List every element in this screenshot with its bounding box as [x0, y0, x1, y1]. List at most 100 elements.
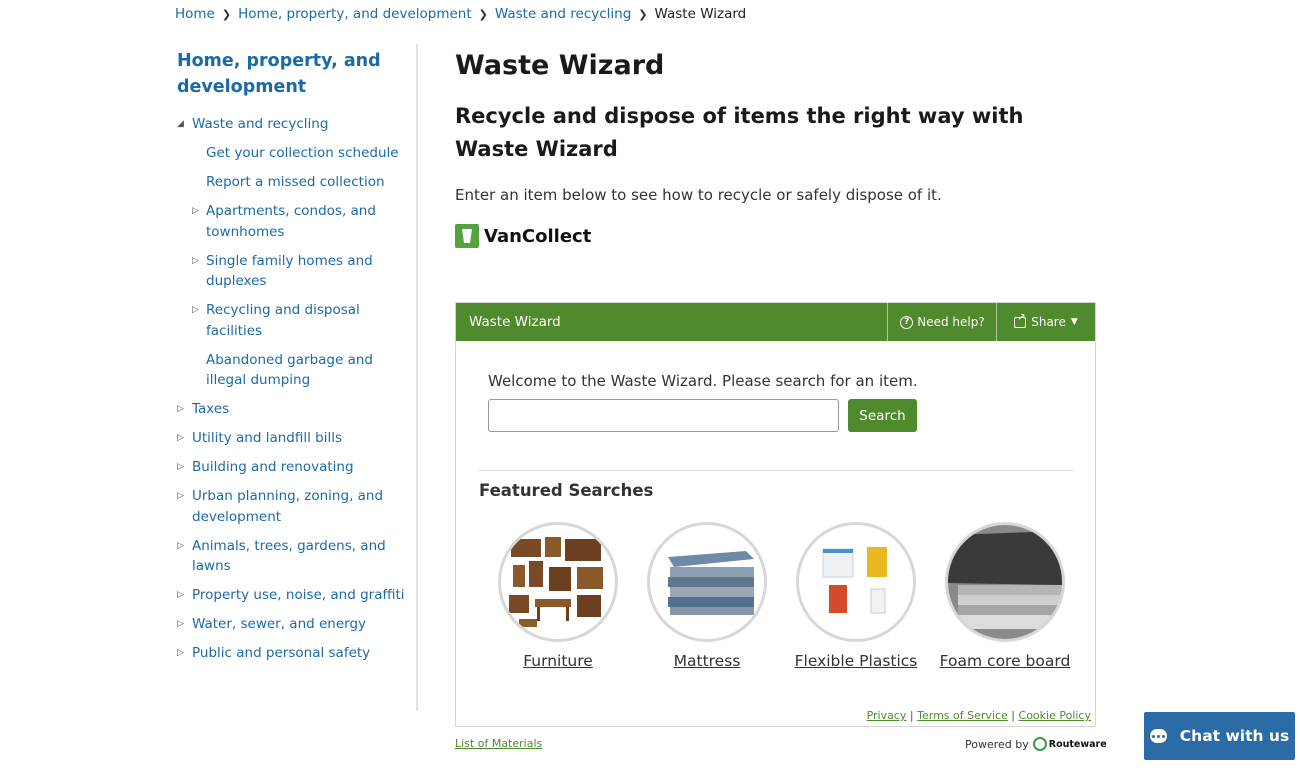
sidebar-item-label: Water, sewer, and energy — [192, 616, 367, 632]
triangle-right-icon: ▷ — [177, 540, 184, 551]
triangle-right-icon: ▷ — [177, 491, 184, 501]
chevron-down-icon: ▼ — [1070, 317, 1078, 327]
plastics-illustration — [822, 547, 887, 614]
widget-header: Waste Wizard ? Need help? Share ▼ — [456, 303, 1095, 341]
flexible-plastics-image[interactable] — [796, 522, 916, 642]
featured-label[interactable]: Furniture — [483, 652, 633, 670]
list-of-materials-link[interactable]: List of Materials — [455, 737, 542, 750]
search-input[interactable] — [488, 399, 839, 432]
sidebar-divider — [416, 44, 418, 711]
chat-with-us-button[interactable]: Chat with us — [1144, 712, 1295, 760]
sidebar-item-label: Taxes — [192, 401, 230, 417]
sidebar-item-label: Report a missed collection — [206, 174, 385, 190]
triangle-down-icon: ◢ — [177, 119, 184, 129]
search-button[interactable]: Search — [848, 399, 917, 432]
featured-item-furniture[interactable]: Furniture — [483, 522, 633, 670]
sidebar-item-label: Single family homes and duplexes — [206, 252, 373, 290]
sidebar-item-label: Get your collection schedule — [206, 145, 399, 161]
triangle-right-icon: ▷ — [177, 433, 184, 443]
sidebar-item-label: Animals, trees, gardens, and lawns — [192, 537, 386, 575]
breadcrumb-home[interactable]: Home — [175, 6, 215, 22]
widget-title: Waste Wizard — [469, 314, 561, 330]
need-help-button[interactable]: ? Need help? — [887, 303, 997, 341]
vancollect-brand: VanCollect — [455, 224, 1095, 248]
intro-text: Enter an item below to see how to recycl… — [455, 186, 942, 204]
sidebar-title[interactable]: Home, property, and development — [177, 48, 407, 100]
sidebar-item-waste-recycling[interactable]: ◢ Waste and recycling — [177, 114, 407, 135]
featured-label[interactable]: Foam core board — [930, 652, 1080, 670]
chat-label: Chat with us — [1179, 727, 1290, 745]
cookie-policy-link[interactable]: Cookie Policy — [1019, 709, 1091, 722]
breadcrumb-home-property[interactable]: Home, property, and development — [238, 6, 472, 22]
sidebar-item-label: Urban planning, zoning, and development — [192, 488, 384, 525]
breadcrumb-current: Waste Wizard — [654, 6, 747, 22]
sidebar-nav: Home, property, and development ◢ Waste … — [177, 48, 407, 672]
sidebar-item-label: Property use, noise, and graffiti — [192, 587, 405, 603]
footer-separator: | — [1011, 709, 1016, 722]
triangle-right-icon: ▷ — [177, 462, 184, 472]
featured-item-mattress[interactable]: Mattress — [632, 522, 782, 670]
vancollect-logo-icon — [455, 224, 479, 248]
triangle-right-icon: ▷ — [177, 590, 184, 600]
featured-item-foam-core-board[interactable]: Foam core board — [930, 522, 1080, 670]
sidebar-item-label: Public and personal safety — [192, 645, 371, 661]
sidebar-item-label: Waste and recycling — [192, 116, 329, 132]
page-title: Waste Wizard — [455, 50, 665, 81]
sidebar-item-single-family[interactable]: ▷ Single family homes and duplexes — [177, 251, 407, 292]
triangle-right-icon: ▷ — [177, 619, 184, 629]
sidebar-item-urban-planning[interactable]: ▷ Urban planning, zoning, and developmen… — [177, 486, 407, 527]
breadcrumb-waste-recycling[interactable]: Waste and recycling — [495, 6, 631, 22]
sidebar-item-building[interactable]: ▷ Building and renovating — [177, 457, 407, 478]
triangle-right-icon: ▷ — [177, 404, 184, 414]
sidebar-item-abandoned-garbage[interactable]: Abandoned garbage and illegal dumping — [177, 350, 407, 391]
widget-footer: Privacy | Terms of Service | Cookie Poli… — [867, 709, 1091, 722]
question-circle-icon: ? — [900, 315, 914, 329]
page-subtitle: Recycle and dispose of items the right w… — [455, 104, 1024, 161]
share-label: Share — [1031, 315, 1066, 329]
sidebar-item-label: Recycling and disposal facilities — [206, 302, 360, 339]
sidebar-item-recycling-facilities[interactable]: ▷ Recycling and disposal facilities — [177, 300, 407, 341]
mattress-image[interactable] — [647, 522, 767, 642]
sidebar-item-label: Apartments, condos, and townhomes — [206, 203, 376, 240]
sidebar-item-animals-trees[interactable]: ▷ Animals, trees, gardens, and lawns — [177, 536, 407, 577]
sidebar-item-utility-bills[interactable]: ▷ Utility and landfill bills — [177, 428, 407, 449]
sidebar-item-water-sewer[interactable]: ▷ Water, sewer, and energy — [177, 614, 407, 635]
widget-welcome: Welcome to the Waste Wizard. Please sear… — [488, 372, 918, 390]
sidebar-item-missed-collection[interactable]: Report a missed collection — [177, 172, 407, 193]
sidebar-item-label: Building and renovating — [192, 459, 354, 475]
chevron-right-icon: ❯ — [221, 7, 232, 21]
triangle-right-icon: ▷ — [192, 255, 199, 266]
footer-separator: | — [909, 709, 914, 722]
triangle-right-icon: ▷ — [177, 648, 184, 658]
need-help-label: Need help? — [917, 315, 985, 329]
terms-link[interactable]: Terms of Service — [917, 709, 1008, 722]
featured-searches-title: Featured Searches — [479, 481, 654, 500]
widget-divider — [478, 470, 1074, 471]
sidebar-item-public-safety[interactable]: ▷ Public and personal safety — [177, 643, 407, 664]
foam-core-image[interactable] — [945, 522, 1065, 642]
mattress-illustration — [668, 551, 754, 615]
share-button[interactable]: Share ▼ — [996, 303, 1095, 341]
powered-by-label: Powered by — [965, 737, 1029, 751]
chevron-right-icon: ❯ — [638, 7, 648, 21]
share-icon — [1014, 312, 1027, 328]
triangle-right-icon: ▷ — [192, 206, 199, 216]
featured-label[interactable]: Flexible Plastics — [781, 652, 931, 670]
routeware-logo[interactable]: Routeware — [1033, 737, 1107, 751]
sidebar-item-collection-schedule[interactable]: Get your collection schedule — [177, 143, 407, 164]
chat-bubble-icon — [1149, 729, 1167, 743]
breadcrumb: Home ❯ Home, property, and development ❯… — [175, 6, 746, 22]
featured-item-flexible-plastics[interactable]: Flexible Plastics — [781, 522, 931, 670]
sidebar-item-property-use[interactable]: ▷ Property use, noise, and graffiti — [177, 585, 407, 606]
brand-name: VanCollect — [484, 225, 592, 247]
sidebar-item-taxes[interactable]: ▷ Taxes — [177, 399, 407, 420]
furniture-image[interactable] — [498, 522, 618, 642]
sidebar-item-apartments[interactable]: ▷ Apartments, condos, and townhomes — [177, 201, 407, 242]
featured-label[interactable]: Mattress — [632, 652, 782, 670]
sidebar-item-label: Utility and landfill bills — [192, 430, 342, 446]
main-content: Waste Wizard Recycle and dispose of item… — [455, 46, 1095, 248]
privacy-link[interactable]: Privacy — [867, 709, 907, 722]
waste-wizard-widget: Waste Wizard ? Need help? Share ▼ Welcom… — [455, 302, 1096, 727]
furniture-illustration — [509, 537, 603, 627]
powered-by: Powered by Routeware — [965, 737, 1107, 751]
